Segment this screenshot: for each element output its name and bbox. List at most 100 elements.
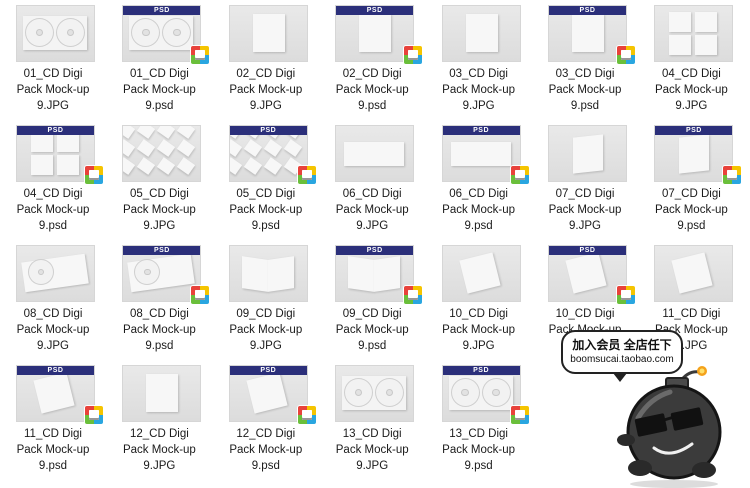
file-name-line: Pack Mock-up bbox=[122, 324, 196, 336]
file-name-label: 06_CD Digi Pack Mock-up 9.psd bbox=[426, 186, 532, 234]
file-name-line: 01_CD Digi bbox=[23, 68, 83, 80]
file-thumbnail: PSD bbox=[17, 366, 94, 421]
file-name-label: 09_CD Digi Pack Mock-up 9.psd bbox=[319, 306, 425, 354]
file-thumbnail bbox=[549, 126, 626, 181]
psd-band: PSD bbox=[442, 366, 520, 375]
file-name-line: 07_CD Digi bbox=[555, 188, 615, 200]
file-name-line: Pack Mock-up bbox=[335, 444, 409, 456]
file-name-line: Pack Mock-up bbox=[654, 204, 728, 216]
file-name-line: 9.JPG bbox=[356, 220, 389, 232]
file-thumbnail bbox=[655, 246, 733, 301]
file-item[interactable]: 03_CD Digi Pack Mock-up 9.JPG bbox=[426, 0, 532, 120]
photoshop-file-icon bbox=[85, 166, 103, 184]
file-thumbnail: PSD bbox=[17, 126, 94, 181]
photoshop-file-icon bbox=[297, 166, 316, 184]
file-name-line: 9.psd bbox=[464, 220, 493, 232]
photoshop-file-icon bbox=[191, 46, 210, 64]
file-item[interactable]: 08_CD Digi Pack Mock-up 9.JPG bbox=[0, 240, 106, 360]
file-name-line: 12_CD Digi bbox=[236, 428, 296, 440]
file-thumbnail bbox=[442, 6, 520, 61]
file-name-line: Pack Mock-up bbox=[442, 204, 516, 216]
file-item[interactable]: 06_CD Digi Pack Mock-up 9.JPG bbox=[319, 120, 425, 240]
psd-band: PSD bbox=[336, 6, 414, 15]
file-item[interactable]: 10_CD Digi Pack Mock-up 9.JPG bbox=[426, 240, 532, 360]
file-name-line: 9.JPG bbox=[37, 340, 69, 352]
file-name-label: 13_CD Digi Pack Mock-up 9.psd bbox=[426, 426, 532, 474]
file-name-line: Pack Mock-up bbox=[229, 324, 303, 336]
file-name-line: Pack Mock-up bbox=[654, 84, 728, 96]
file-name-label: 05_CD Digi Pack Mock-up 9.JPG bbox=[106, 186, 212, 234]
file-name-line: Pack Mock-up bbox=[335, 204, 409, 216]
file-name-line: Pack Mock-up bbox=[442, 324, 516, 336]
file-item[interactable]: 01_CD Digi Pack Mock-up 9.JPG bbox=[0, 0, 106, 120]
psd-band: PSD bbox=[123, 246, 201, 255]
file-name-line: 9.psd bbox=[251, 220, 280, 232]
file-item[interactable]: PSD 13_CD Digi Pack Mock-up 9.psd bbox=[426, 360, 532, 480]
photoshop-file-icon bbox=[297, 406, 316, 424]
file-thumbnail bbox=[123, 366, 201, 421]
file-name-label: 05_CD Digi Pack Mock-up 9.psd bbox=[213, 186, 319, 234]
file-item[interactable]: PSD 03_CD Digi Pack Mock-up 9.psd bbox=[532, 0, 638, 120]
file-item[interactable]: 07_CD Digi Pack Mock-up 9.JPG bbox=[532, 120, 638, 240]
file-name-line: 10_CD Digi bbox=[555, 308, 615, 320]
file-name-line: 9.psd bbox=[464, 460, 493, 472]
file-name-line: Pack Mock-up bbox=[229, 204, 303, 216]
file-name-line: 03_CD Digi bbox=[449, 68, 508, 80]
psd-band: PSD bbox=[655, 126, 733, 135]
file-name-line: 9.JPG bbox=[462, 100, 495, 112]
file-name-line: 9.JPG bbox=[143, 220, 176, 232]
file-name-line: Pack Mock-up bbox=[335, 84, 409, 96]
photoshop-file-icon bbox=[617, 46, 635, 64]
file-name-label: 02_CD Digi Pack Mock-up 9.JPG bbox=[213, 66, 319, 114]
file-name-line: 9.psd bbox=[251, 460, 280, 472]
file-name-line: 9.psd bbox=[358, 340, 387, 352]
file-name-line: 01_CD Digi bbox=[129, 68, 189, 80]
file-item[interactable]: PSD 12_CD Digi Pack Mock-up 9.psd bbox=[213, 360, 319, 480]
file-name-line: 05_CD Digi bbox=[236, 188, 296, 200]
file-name-label: 07_CD Digi Pack Mock-up 9.JPG bbox=[532, 186, 638, 234]
file-item[interactable]: PSD 08_CD Digi Pack Mock-up 9.psd bbox=[106, 240, 212, 360]
file-name-line: 09_CD Digi bbox=[342, 308, 402, 320]
file-name-label: 09_CD Digi Pack Mock-up 9.JPG bbox=[213, 306, 319, 354]
file-name-label: 04_CD Digi Pack Mock-up 9.psd bbox=[0, 186, 106, 234]
file-item[interactable]: PSD 09_CD Digi Pack Mock-up 9.psd bbox=[319, 240, 425, 360]
file-name-line: 9.JPG bbox=[462, 340, 495, 352]
psd-band: PSD bbox=[336, 246, 414, 255]
file-name-line: Pack Mock-up bbox=[16, 324, 90, 336]
file-item[interactable]: PSD 02_CD Digi Pack Mock-up 9.psd bbox=[319, 0, 425, 120]
file-thumbnail bbox=[655, 6, 733, 61]
file-item[interactable]: 12_CD Digi Pack Mock-up 9.JPG bbox=[106, 360, 212, 480]
file-item[interactable]: 02_CD Digi Pack Mock-up 9.JPG bbox=[213, 0, 319, 120]
file-thumbnail bbox=[229, 246, 307, 301]
file-name-line: 9.psd bbox=[38, 460, 68, 472]
file-name-line: 9.JPG bbox=[143, 460, 176, 472]
file-name-line: 9.psd bbox=[677, 220, 706, 232]
file-item[interactable]: PSD 07_CD Digi Pack Mock-up 9.psd bbox=[638, 120, 744, 240]
bomb-mascot-icon bbox=[617, 366, 722, 488]
file-name-line: 10_CD Digi bbox=[449, 308, 508, 320]
file-item[interactable]: PSD 06_CD Digi Pack Mock-up 9.psd bbox=[426, 120, 532, 240]
file-item[interactable]: PSD 11_CD Digi Pack Mock-up 9.psd bbox=[0, 360, 106, 480]
file-item[interactable]: 13_CD Digi Pack Mock-up 9.JPG bbox=[319, 360, 425, 480]
file-item[interactable]: PSD 05_CD Digi Pack Mock-up 9.psd bbox=[213, 120, 319, 240]
file-item[interactable]: 04_CD Digi Pack Mock-up 9.JPG bbox=[638, 0, 744, 120]
file-name-line: Pack Mock-up bbox=[548, 204, 622, 216]
file-name-line: Pack Mock-up bbox=[442, 84, 516, 96]
file-item[interactable]: PSD 04_CD Digi Pack Mock-up 9.psd bbox=[0, 120, 106, 240]
file-name-line: Pack Mock-up bbox=[122, 444, 196, 456]
file-name-label: 04_CD Digi Pack Mock-up 9.JPG bbox=[638, 66, 744, 114]
file-name-line: 9.JPG bbox=[356, 460, 389, 472]
file-name-label: 08_CD Digi Pack Mock-up 9.JPG bbox=[0, 306, 106, 354]
file-name-line: 12_CD Digi bbox=[129, 428, 189, 440]
psd-band: PSD bbox=[549, 6, 626, 15]
file-name-line: 11_CD Digi bbox=[662, 308, 721, 320]
file-name-line: 04_CD Digi bbox=[23, 188, 83, 200]
file-item[interactable]: 05_CD Digi Pack Mock-up 9.JPG bbox=[106, 120, 212, 240]
file-name-line: 08_CD Digi bbox=[129, 308, 189, 320]
file-thumbnail: PSD bbox=[123, 246, 201, 301]
file-item[interactable]: 09_CD Digi Pack Mock-up 9.JPG bbox=[213, 240, 319, 360]
file-name-line: 11_CD Digi bbox=[24, 428, 82, 440]
photoshop-file-icon bbox=[85, 406, 103, 424]
file-name-line: 07_CD Digi bbox=[661, 188, 721, 200]
file-item[interactable]: PSD 01_CD Digi Pack Mock-up 9.psd bbox=[106, 0, 212, 120]
